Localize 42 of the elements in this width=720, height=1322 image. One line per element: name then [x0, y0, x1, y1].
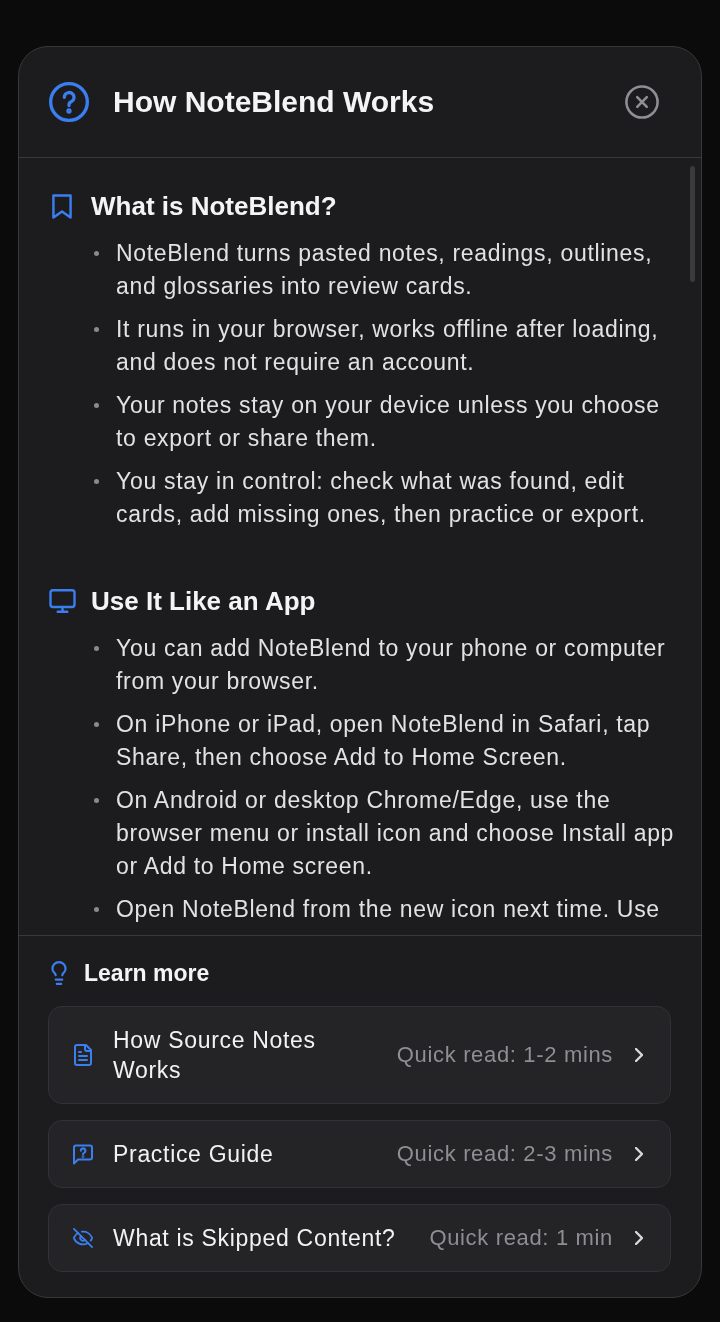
scrollbar-thumb[interactable] [690, 166, 695, 282]
read-time-text: Quick read: 1-2 mins [396, 1041, 613, 1069]
eye-slash-icon [73, 1226, 93, 1250]
document-icon [74, 1044, 92, 1066]
chevron-right-icon [635, 1048, 643, 1062]
read-time-text: Quick read: 2-3 mins [396, 1140, 613, 1168]
close-icon [625, 85, 659, 119]
bullet-icon [93, 327, 99, 332]
close-button[interactable] [625, 85, 659, 119]
bookmark-icon [52, 193, 72, 219]
bullet-icon [93, 722, 99, 727]
bullet-text: It runs in your browser, works offline after loading, and does not require an account. [116, 315, 660, 377]
bullet-text: NoteBlend turns pasted notes, readings, outlines, and glossaries into review cards. [116, 239, 654, 301]
read-time-text: Quick read: 1 min [429, 1224, 613, 1252]
learn-more-link-card[interactable]: Practice Guide Quick read: 2-3 mins [48, 1120, 671, 1188]
bullet-icon [93, 907, 99, 912]
card-title: What is Skipped Content? [113, 1224, 397, 1253]
bullet-text: Your notes stay on your device unless you choose to export or share them. [116, 391, 661, 453]
bullet-icon [93, 798, 99, 803]
bullet-text: On iPhone or iPad, open NoteBlend in Safari, tap Share, then choose Add to Home Screen. [116, 710, 652, 772]
monitor-icon [48, 589, 76, 613]
section-heading: Use It Like an App [91, 587, 316, 615]
chat-question-icon [73, 1143, 93, 1165]
card-title: How Source Notes Works [113, 1026, 317, 1085]
chevron-right-icon [635, 1231, 643, 1245]
bullet-text: On Android or desktop Chrome/Edge, use the browser menu or install icon and choose Install app or Add to Home screen. [116, 786, 676, 881]
lightbulb-icon [51, 961, 67, 985]
section-heading: What is NoteBlend? [91, 192, 337, 220]
bullet-text: You can add NoteBlend to your phone or computer from your browser. [116, 634, 667, 696]
chevron-right-icon [635, 1147, 643, 1161]
bullet-icon [93, 479, 99, 484]
learn-more-heading: Learn more [84, 960, 210, 986]
help-icon [49, 82, 89, 122]
learn-more-link-card[interactable]: What is Skipped Content? Quick read: 1 min [48, 1204, 671, 1272]
bullet-text: You stay in control: check what was found, edit cards, add missing ones, then practice or export. [116, 467, 647, 529]
dialog-title: How NoteBlend Works [113, 84, 435, 120]
bullet-text: Open NoteBlend from the new icon next time. Use [116, 895, 661, 924]
card-title: Practice Guide [113, 1140, 275, 1169]
bullet-icon [93, 403, 99, 408]
bullet-icon [93, 251, 99, 256]
learn-more-link-card[interactable]: How Source Notes Works Quick read: 1-2 mins [48, 1006, 671, 1104]
bullet-icon [93, 646, 99, 651]
